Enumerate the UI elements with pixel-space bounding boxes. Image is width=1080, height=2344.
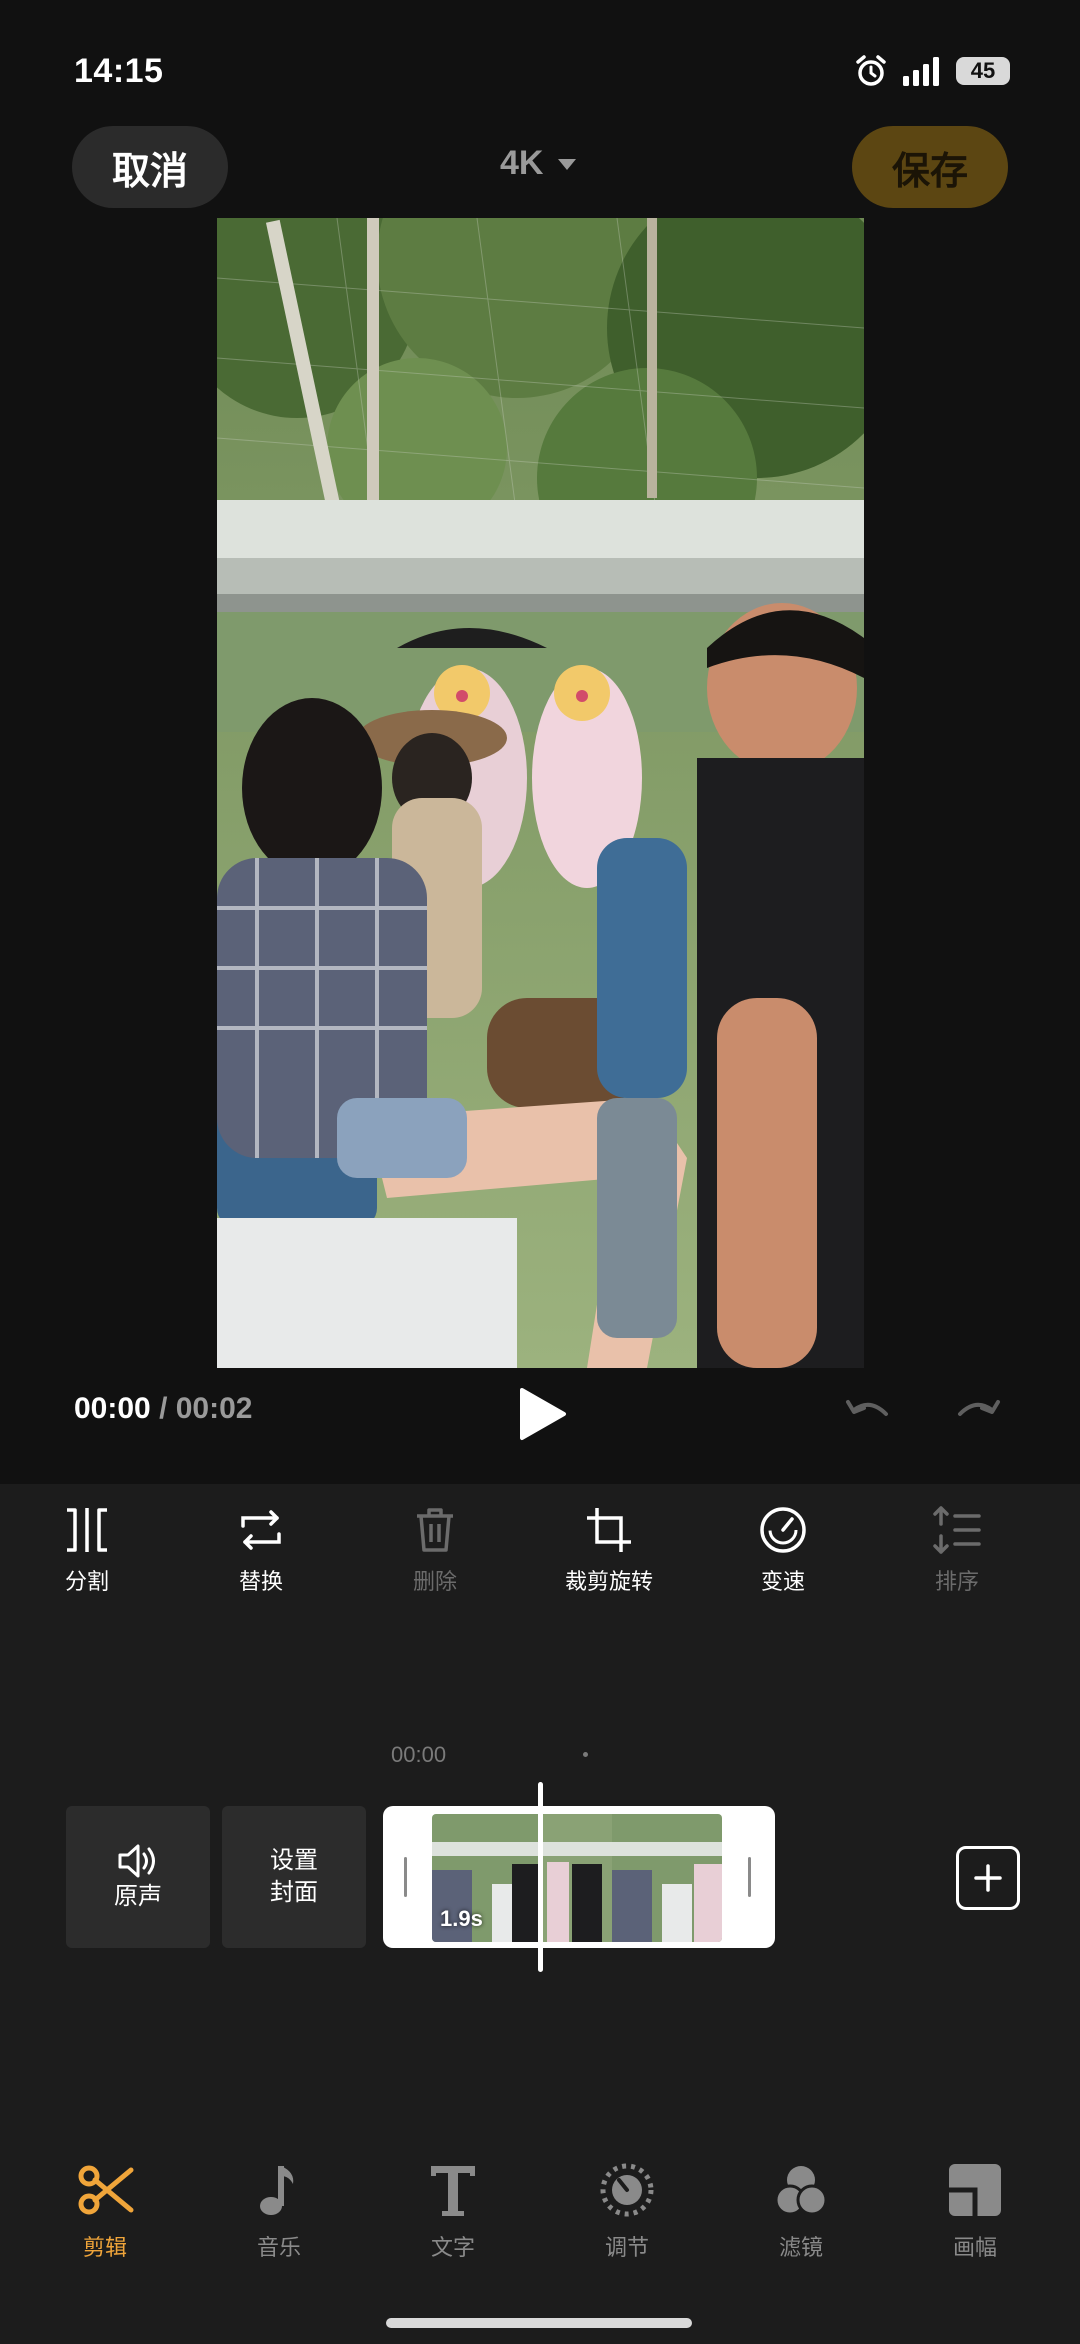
- filter-icon: [774, 2166, 828, 2216]
- clip-duration: 1.9s: [440, 1906, 483, 1931]
- resolution-select[interactable]: 4K: [500, 144, 577, 183]
- set-cover-button[interactable]: 设置 封面: [222, 1806, 366, 1948]
- crop-icon: [587, 1508, 631, 1552]
- cover-label-line2: 封面: [270, 1879, 318, 1906]
- redo-icon[interactable]: [954, 1396, 1002, 1430]
- battery-level: 45: [970, 58, 996, 83]
- tab-label: 调节: [604, 2235, 649, 2260]
- tool-label: 裁剪旋转: [564, 1569, 653, 1594]
- trash-icon: [417, 1508, 453, 1552]
- tool-sort[interactable]: 排序: [887, 1504, 1027, 1596]
- clip-trim-handle-right[interactable]: [748, 1857, 751, 1897]
- tab-aspect-ratio[interactable]: 画幅: [915, 2160, 1035, 2262]
- tool-label: 替换: [238, 1569, 283, 1594]
- tab-label: 音乐: [256, 2235, 301, 2260]
- sort-icon: [933, 1506, 981, 1554]
- tab-text[interactable]: 文字: [393, 2160, 513, 2262]
- edit-toolbar: 分割 替换 删除 裁剪旋转 变速 排序: [0, 1504, 1080, 1624]
- time-readout: 00:00 / 00:02: [74, 1392, 252, 1426]
- clip-trim-handle-left[interactable]: [404, 1857, 407, 1897]
- caret-down-icon: [558, 158, 577, 170]
- ruler-tick: [583, 1752, 588, 1757]
- tab-edit[interactable]: 剪辑: [45, 2160, 165, 2262]
- video-preview[interactable]: [217, 218, 864, 1368]
- status-time: 14:15: [74, 52, 164, 90]
- tool-label: 变速: [760, 1569, 805, 1594]
- signal-icon: [903, 57, 939, 86]
- speedometer-icon: [760, 1507, 806, 1553]
- tab-filter[interactable]: 滤镜: [741, 2160, 861, 2262]
- original-audio-button[interactable]: 原声: [66, 1806, 210, 1948]
- text-icon: [431, 2166, 475, 2216]
- undo-icon[interactable]: [844, 1396, 892, 1430]
- music-note-icon: [260, 2166, 294, 2215]
- tab-label: 文字: [430, 2235, 475, 2260]
- tab-label: 滤镜: [778, 2235, 823, 2260]
- alarm-icon: [856, 55, 886, 86]
- tool-label: 分割: [64, 1569, 109, 1594]
- plus-icon: [974, 1864, 1002, 1892]
- tool-label: 删除: [412, 1569, 457, 1594]
- tab-label: 画幅: [952, 2235, 997, 2260]
- home-indicator[interactable]: [386, 2318, 692, 2328]
- replace-icon: [241, 1510, 281, 1550]
- resolution-value: 4K: [500, 144, 544, 182]
- scissors-icon: [78, 2165, 134, 2215]
- cancel-button[interactable]: 取消: [72, 126, 228, 208]
- tool-split[interactable]: 分割: [17, 1504, 157, 1596]
- playhead[interactable]: [538, 1782, 543, 1972]
- speaker-icon: [118, 1844, 155, 1878]
- play-icon[interactable]: [518, 1386, 568, 1442]
- tool-label: 排序: [934, 1569, 979, 1594]
- tool-delete[interactable]: 删除: [365, 1504, 505, 1596]
- time-separator: /: [150, 1392, 176, 1425]
- tab-label: 剪辑: [82, 2235, 127, 2260]
- tab-adjust[interactable]: 调节: [567, 2160, 687, 2262]
- split-icon: [67, 1508, 107, 1552]
- aspect-ratio-icon: [949, 2164, 1001, 2216]
- tool-replace[interactable]: 替换: [191, 1504, 331, 1596]
- video-frame: [217, 218, 864, 1368]
- total-time: 00:02: [175, 1392, 253, 1425]
- status-icons: 45: [854, 54, 1010, 88]
- ruler-time: 00:00: [391, 1742, 447, 1767]
- tool-crop-rotate[interactable]: 裁剪旋转: [539, 1504, 679, 1596]
- tab-music[interactable]: 音乐: [219, 2160, 339, 2262]
- audio-label: 原声: [114, 1883, 162, 1910]
- tool-speed[interactable]: 变速: [713, 1504, 853, 1596]
- cover-label-line1: 设置: [270, 1847, 318, 1874]
- add-clip-button[interactable]: [956, 1846, 1020, 1910]
- save-button[interactable]: 保存: [852, 126, 1008, 208]
- current-time: 00:00: [74, 1392, 151, 1425]
- battery-icon: 45: [956, 57, 1010, 85]
- adjust-dial-icon: [600, 2163, 654, 2217]
